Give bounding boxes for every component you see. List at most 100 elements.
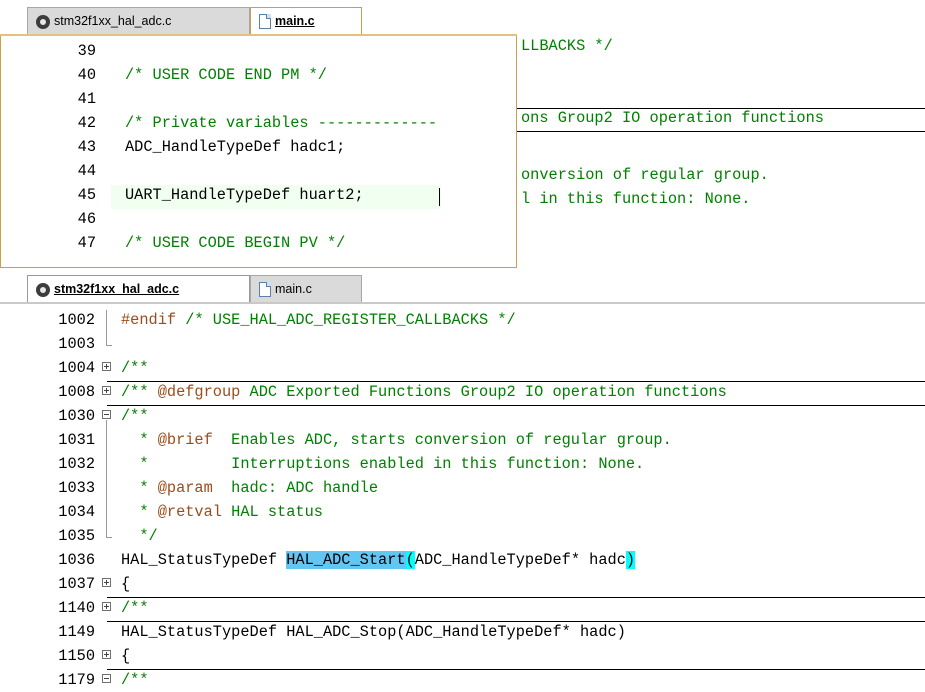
code-row: 1150 { bbox=[0, 646, 925, 670]
fold-expand-icon[interactable] bbox=[102, 650, 111, 659]
line-number: 43 bbox=[77, 138, 96, 156]
code-line: HAL_StatusTypeDef HAL_ADC_Stop(ADC_Handl… bbox=[121, 623, 626, 641]
floating-editor-window: stm32f1xx_hal_adc.c main.c LLBACKS */ on… bbox=[0, 0, 925, 268]
line-number: 1035 bbox=[58, 527, 95, 545]
code-line: ADC_HandleTypeDef hadc1; bbox=[125, 138, 346, 156]
fold-guide bbox=[106, 310, 107, 334]
line-number: 1034 bbox=[58, 503, 95, 521]
fold-collapse-icon[interactable] bbox=[102, 674, 111, 683]
code-line: #endif /* USE_HAL_ADC_REGISTER_CALLBACKS… bbox=[121, 311, 516, 329]
code-row: 1034 * @retval HAL status bbox=[0, 502, 925, 526]
line-number: 44 bbox=[77, 162, 96, 180]
file-icon bbox=[259, 281, 271, 297]
line-number: 46 bbox=[77, 210, 96, 228]
fold-guide bbox=[106, 502, 107, 526]
code-row: 1033 * @param hadc: ADC handle bbox=[0, 478, 925, 502]
tab-label: stm32f1xx_hal_adc.c bbox=[54, 14, 172, 28]
line-number: 1140 bbox=[58, 599, 95, 617]
code-line: /* USER CODE END PM */ bbox=[125, 66, 327, 84]
gear-file-icon bbox=[36, 14, 50, 29]
tab-stm32f1xx-hal-adc[interactable]: stm32f1xx_hal_adc.c bbox=[27, 275, 250, 302]
fold-end-tick bbox=[106, 537, 112, 538]
code-row: 1004 /** bbox=[0, 358, 925, 382]
tab-main-c[interactable]: main.c bbox=[250, 7, 362, 34]
main-c-editor[interactable]: 39 40 /* USER CODE END PM */ 41 42 /* Priv… bbox=[0, 36, 517, 268]
matched-bracket: ( bbox=[405, 551, 415, 569]
line-number: 1002 bbox=[58, 311, 95, 329]
line-number: 40 bbox=[77, 66, 96, 84]
code-line: * @brief Enables ADC, starts conversion … bbox=[121, 431, 672, 449]
line-number: 1179 bbox=[58, 671, 95, 689]
fold-expand-icon[interactable] bbox=[102, 386, 111, 395]
tab-label: main.c bbox=[275, 282, 312, 296]
code-line: /** @defgroup ADC Exported Functions Gro… bbox=[121, 383, 727, 401]
line-number: 1030 bbox=[58, 407, 95, 425]
line-number: 1037 bbox=[58, 575, 95, 593]
line-number: 1032 bbox=[58, 455, 95, 473]
fold-expand-icon[interactable] bbox=[102, 602, 111, 611]
fold-end-tick bbox=[106, 345, 112, 346]
code-line: /* USER CODE BEGIN PV */ bbox=[125, 234, 346, 252]
code-row: 1140 /** bbox=[0, 598, 925, 622]
code-row: 1031 * @brief Enables ADC, starts conver… bbox=[0, 430, 925, 454]
code-row: 1037 { bbox=[0, 574, 925, 598]
line-number: 47 bbox=[77, 234, 96, 252]
code-line: { bbox=[121, 647, 131, 665]
fold-expand-icon[interactable] bbox=[102, 362, 111, 371]
code-row: 1032 * Interruptions enabled in this fun… bbox=[0, 454, 925, 478]
top-tab-bar: stm32f1xx_hal_adc.c main.c bbox=[0, 0, 925, 36]
code-line: /** bbox=[121, 671, 149, 689]
code-row: 1008 /** @defgroup ADC Exported Function… bbox=[0, 382, 925, 406]
tab-label: stm32f1xx_hal_adc.c bbox=[54, 282, 180, 296]
code-line: UART_HandleTypeDef huart2; bbox=[125, 186, 364, 204]
line-number: 1004 bbox=[58, 359, 95, 377]
fold-guide bbox=[106, 430, 107, 454]
line-number: 41 bbox=[77, 90, 96, 108]
fold-guide bbox=[106, 478, 107, 502]
stm32f1xx-hal-adc-editor[interactable]: 1002 #endif /* USE_HAL_ADC_REGISTER_CALL… bbox=[0, 306, 925, 692]
line-number: 1003 bbox=[58, 335, 95, 353]
fold-collapse-icon[interactable] bbox=[102, 410, 111, 419]
top-editor-area[interactable]: LLBACKS */ ons Group2 IO operation funct… bbox=[0, 36, 925, 268]
code-row: 1036 HAL_StatusTypeDef HAL_ADC_Start(ADC… bbox=[0, 550, 925, 574]
code-line: /** bbox=[121, 599, 149, 617]
code-row: 1179 /** bbox=[0, 670, 925, 692]
code-line: */ bbox=[121, 527, 158, 545]
code-row: 1149 HAL_StatusTypeDef HAL_ADC_Stop(ADC_… bbox=[0, 622, 925, 646]
code-row: 1003 bbox=[0, 334, 925, 358]
code-line: * @retval HAL status bbox=[121, 503, 323, 521]
bottom-tab-bar: stm32f1xx_hal_adc.c main.c bbox=[0, 268, 925, 306]
gear-file-icon bbox=[36, 282, 50, 297]
highlighted-identifier: HAL_ADC_Start bbox=[286, 551, 406, 569]
tab-label: main.c bbox=[275, 14, 315, 28]
line-number: 1031 bbox=[58, 431, 95, 449]
code-row: 1035 */ bbox=[0, 526, 925, 550]
line-number: 45 bbox=[77, 186, 96, 204]
code-row: 1002 #endif /* USE_HAL_ADC_REGISTER_CALL… bbox=[0, 310, 925, 334]
matched-bracket: ) bbox=[625, 551, 636, 569]
text-caret bbox=[439, 188, 440, 206]
line-number: 1036 bbox=[58, 551, 95, 569]
code-line: /* Private variables ------------- bbox=[125, 114, 438, 132]
code-line: /** bbox=[121, 407, 149, 425]
code-line: /** bbox=[121, 359, 149, 377]
tab-stm32f1xx-hal-adc[interactable]: stm32f1xx_hal_adc.c bbox=[27, 7, 250, 34]
line-number: 1033 bbox=[58, 479, 95, 497]
file-icon bbox=[259, 13, 271, 29]
line-number: 1150 bbox=[58, 647, 95, 665]
code-row: 1030 /** bbox=[0, 406, 925, 430]
line-number: 1008 bbox=[58, 383, 95, 401]
tab-main-c[interactable]: main.c bbox=[250, 275, 362, 302]
main-editor-window: stm32f1xx_hal_adc.c main.c 1002 #endif /… bbox=[0, 268, 925, 692]
code-line: HAL_StatusTypeDef HAL_ADC_Start(ADC_Hand… bbox=[121, 551, 636, 569]
code-line: * Interruptions enabled in this function… bbox=[121, 455, 645, 473]
fold-guide bbox=[106, 454, 107, 478]
code-line: * @param hadc: ADC handle bbox=[121, 479, 379, 497]
line-number: 39 bbox=[77, 42, 96, 60]
line-number: 1149 bbox=[58, 623, 95, 641]
code-line: { bbox=[121, 575, 131, 593]
fold-guide bbox=[106, 420, 107, 430]
fold-expand-icon[interactable] bbox=[102, 578, 111, 587]
tab-strip bbox=[0, 302, 925, 304]
line-number: 42 bbox=[77, 114, 96, 132]
